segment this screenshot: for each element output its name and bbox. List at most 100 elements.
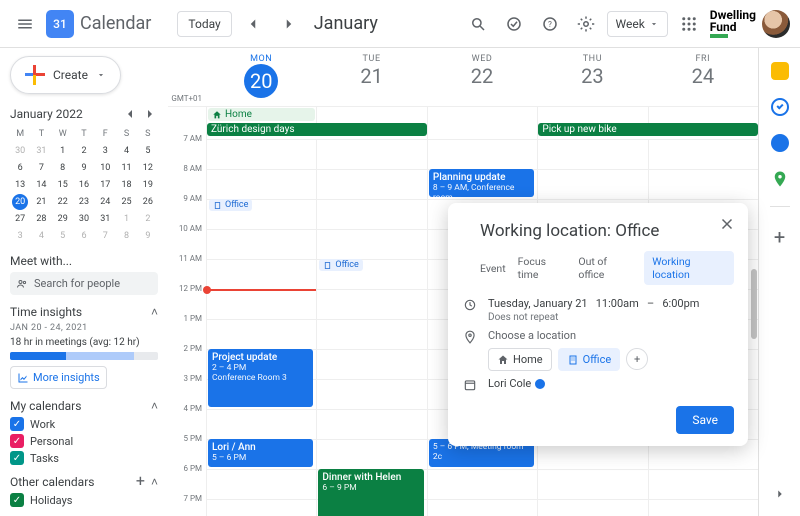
calendar-item-holidays[interactable]: ✓Holidays: [10, 493, 158, 507]
popup-when-date[interactable]: Tuesday, January 21: [488, 297, 588, 310]
mini-calendar-day[interactable]: 5: [138, 143, 158, 159]
side-panel-maps-icon[interactable]: [771, 170, 789, 188]
mini-calendar-day[interactable]: 5: [53, 228, 73, 244]
side-panel-tasks-icon[interactable]: [771, 98, 789, 116]
mini-calendar-day[interactable]: 18: [116, 177, 136, 193]
mini-calendar-day[interactable]: 7: [31, 160, 51, 176]
mini-calendar-day[interactable]: 20: [12, 194, 28, 210]
working-location-office-chip[interactable]: Office: [319, 259, 362, 271]
mini-calendar-day[interactable]: 11: [116, 160, 136, 176]
popup-repeat[interactable]: Does not repeat: [488, 312, 699, 323]
help-icon[interactable]: ?: [535, 9, 565, 39]
calendar-event[interactable]: Dinner with Helen6 – 9 PM: [318, 469, 423, 516]
calendar-item-tasks[interactable]: ✓Tasks: [10, 451, 158, 465]
mini-calendar-day[interactable]: 6: [74, 228, 94, 244]
mini-calendar-day[interactable]: 31: [31, 143, 51, 159]
popup-when-start[interactable]: 11:00am: [596, 297, 639, 310]
prev-period-button[interactable]: [238, 9, 268, 39]
day-header[interactable]: FRI24: [648, 48, 758, 106]
tab-out-of-office[interactable]: Out of office: [578, 255, 632, 281]
checkbox-checked-icon[interactable]: ✓: [10, 451, 24, 465]
popup-owner[interactable]: Lori Cole: [488, 377, 531, 390]
popup-title[interactable]: Working location: Office: [480, 221, 734, 241]
mini-calendar-day[interactable]: 3: [95, 143, 115, 159]
mini-calendar-day[interactable]: 2: [138, 211, 158, 227]
today-button[interactable]: Today: [177, 11, 231, 37]
mini-calendar-day[interactable]: 21: [31, 194, 51, 210]
mini-calendar-day[interactable]: 9: [74, 160, 94, 176]
collapse-icon[interactable]: ˄: [151, 305, 158, 319]
mini-calendar-day[interactable]: 31: [95, 211, 115, 227]
save-button[interactable]: Save: [676, 406, 734, 434]
mini-calendar-day[interactable]: 29: [53, 211, 73, 227]
side-panel-contacts-icon[interactable]: [771, 134, 789, 152]
mini-calendar-day[interactable]: 16: [74, 177, 94, 193]
mini-calendar-day[interactable]: 9: [138, 228, 158, 244]
mini-prev-button[interactable]: [122, 106, 138, 122]
mini-calendar-day[interactable]: 3: [10, 228, 30, 244]
location-option-home[interactable]: Home: [488, 348, 552, 371]
add-location-button[interactable]: +: [626, 348, 648, 370]
day-column[interactable]: Office Dinner with Helen6 – 9 PM: [316, 139, 426, 516]
collapse-icon[interactable]: ˄: [151, 475, 158, 489]
allday-event-pickup[interactable]: Pick up new bike: [538, 123, 758, 136]
tab-focus-time[interactable]: Focus time: [518, 255, 567, 281]
calendar-item-personal[interactable]: ✓Personal: [10, 434, 158, 448]
day-header[interactable]: WED22: [427, 48, 537, 106]
mini-calendar-day[interactable]: 2: [74, 143, 94, 159]
side-panel-add-button[interactable]: +: [774, 225, 785, 249]
calendar-event[interactable]: Planning update8 – 9 AM, Conference room: [429, 169, 534, 197]
tab-event[interactable]: Event: [480, 262, 506, 275]
mini-calendar-day[interactable]: 25: [116, 194, 136, 210]
mini-calendar-day[interactable]: 6: [10, 160, 30, 176]
mini-calendar-day[interactable]: 26: [138, 194, 158, 210]
side-panel-keep-icon[interactable]: [771, 62, 789, 80]
mini-calendar-day[interactable]: 14: [31, 177, 51, 193]
calendar-event[interactable]: Lori / Ann5 – 6 PM: [208, 439, 313, 467]
checkbox-checked-icon[interactable]: ✓: [10, 417, 24, 431]
mini-calendar-day[interactable]: 8: [53, 160, 73, 176]
day-header[interactable]: MON20: [206, 48, 316, 106]
main-menu-button[interactable]: [10, 9, 40, 39]
mini-calendar-day[interactable]: 30: [74, 211, 94, 227]
mini-calendar-day[interactable]: 27: [10, 211, 30, 227]
day-column[interactable]: Office Project update2 – 4 PMConference R…: [206, 139, 316, 516]
mini-calendar-day[interactable]: 15: [53, 177, 73, 193]
working-location-office-chip[interactable]: Office: [209, 199, 252, 211]
mini-next-button[interactable]: [142, 106, 158, 122]
allday-event-zurich[interactable]: Zürich design days: [207, 123, 427, 136]
mini-calendar-day[interactable]: 30: [10, 143, 30, 159]
mini-calendar-day[interactable]: 7: [95, 228, 115, 244]
mini-calendar-day[interactable]: 1: [116, 211, 136, 227]
scrollbar[interactable]: [750, 139, 758, 516]
mini-calendar-grid[interactable]: MTWTFSS303112345678910111213141516171819…: [10, 126, 158, 244]
tasks-check-icon[interactable]: [499, 9, 529, 39]
next-period-button[interactable]: [274, 9, 304, 39]
account-avatar[interactable]: [762, 10, 790, 38]
mini-calendar-day[interactable]: 4: [116, 143, 136, 159]
day-header[interactable]: THU23: [537, 48, 647, 106]
mini-calendar-day[interactable]: 19: [138, 177, 158, 193]
search-icon[interactable]: [463, 9, 493, 39]
mini-calendar-day[interactable]: 10: [95, 160, 115, 176]
hide-side-panel-button[interactable]: [773, 487, 787, 504]
day-header[interactable]: TUE21: [316, 48, 426, 106]
more-insights-button[interactable]: More insights: [10, 366, 107, 389]
calendar-event[interactable]: Project update2 – 4 PMConference Room 3: [208, 349, 313, 407]
search-people-input[interactable]: Search for people: [10, 272, 158, 295]
tab-working-location[interactable]: Working location: [644, 251, 734, 285]
mini-calendar-day[interactable]: 28: [31, 211, 51, 227]
checkbox-checked-icon[interactable]: ✓: [10, 434, 24, 448]
location-option-office[interactable]: Office: [558, 348, 621, 371]
mini-calendar-day[interactable]: 8: [116, 228, 136, 244]
mini-calendar-day[interactable]: 24: [95, 194, 115, 210]
mini-calendar-day[interactable]: 4: [31, 228, 51, 244]
create-button[interactable]: Create: [10, 56, 121, 94]
checkbox-checked-icon[interactable]: ✓: [10, 493, 24, 507]
mini-calendar-day[interactable]: 12: [138, 160, 158, 176]
apps-grid-icon[interactable]: [674, 9, 704, 39]
mini-calendar-day[interactable]: 23: [74, 194, 94, 210]
collapse-icon[interactable]: ˄: [151, 399, 158, 413]
close-button[interactable]: [712, 209, 742, 239]
settings-gear-icon[interactable]: [571, 9, 601, 39]
